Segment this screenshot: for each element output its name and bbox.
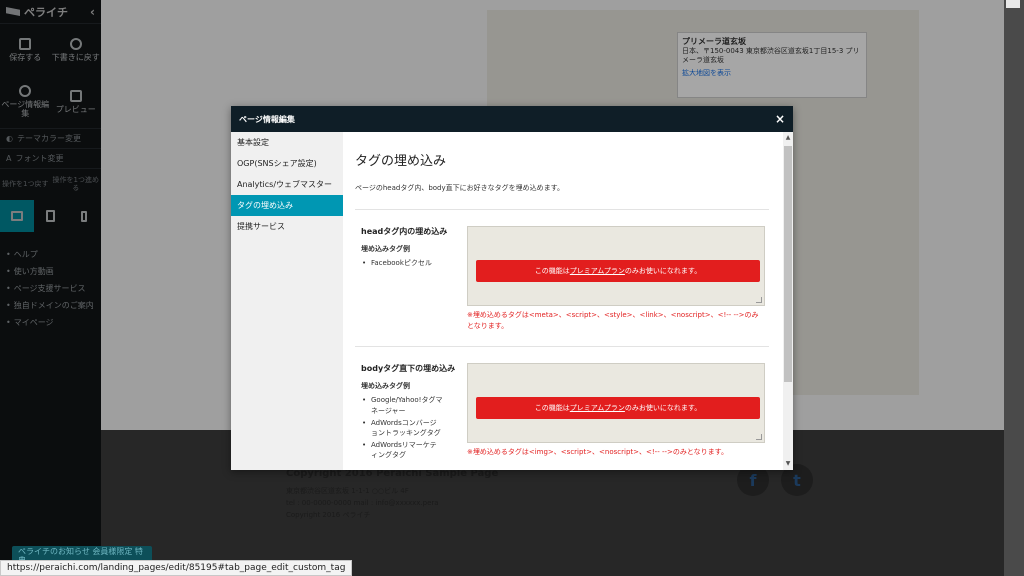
gear-icon: [19, 85, 32, 98]
body-example-item: AdWordsリマーケティングタグ: [361, 440, 443, 460]
tab-analytics[interactable]: Analytics/ウェブマスター: [231, 174, 343, 195]
page-scrollbar[interactable]: [1004, 0, 1024, 576]
content-heading: タグの埋め込み: [355, 154, 447, 169]
status-bar-url: https://peraichi.com/landing_pages/edit/…: [0, 560, 353, 576]
theme-color-label: テーマカラー変更: [16, 134, 81, 143]
undo-button[interactable]: 操作を1つ戻す: [0, 169, 51, 200]
tablet-view-button[interactable]: [34, 200, 68, 232]
scroll-down-icon[interactable]: ▼: [784, 460, 792, 468]
body-example-item: AdWordsコンバージョントラッキングタグ: [361, 418, 443, 438]
preview-button[interactable]: プレビュー: [51, 76, 102, 128]
redo-button[interactable]: 操作を1つ進める: [51, 169, 102, 200]
modal-content: タグの埋め込み ページのheadタグ内、body直下にお好きなタグを埋め込めます…: [343, 132, 793, 470]
logo-text: ペライチ: [24, 5, 68, 19]
head-example-heading: 埋め込みタグ例: [361, 245, 410, 253]
globe-icon: [69, 37, 82, 50]
modal-scrollbar[interactable]: ▲ ▼: [783, 132, 793, 470]
logo-icon: [6, 7, 20, 16]
premium-notice: この機能は プレミアムプラン のみお使いになれます。: [476, 397, 760, 420]
tablet-icon: [46, 210, 55, 222]
font-icon: A: [6, 154, 12, 163]
desktop-view-button[interactable]: [0, 200, 34, 232]
tab-ogp[interactable]: OGP(SNSシェア設定): [231, 153, 343, 174]
link-help[interactable]: ヘルプ: [6, 246, 101, 263]
premium-plan-link[interactable]: プレミアムプラン: [570, 266, 625, 276]
desktop-icon: [10, 211, 23, 221]
revert-draft-label: 下書きに戻す: [51, 52, 100, 62]
tab-basic-settings[interactable]: 基本設定: [231, 132, 343, 153]
body-tag-textarea[interactable]: この機能は プレミアムプラン のみお使いになれます。: [467, 363, 765, 444]
logo: ペライチ ‹: [0, 0, 101, 24]
save-icon: [19, 37, 32, 50]
premium-notice: この機能は プレミアムプラン のみお使いになれます。: [476, 260, 760, 282]
premium-plan-link[interactable]: プレミアムプラン: [570, 403, 625, 413]
link-tutorial-video[interactable]: 使い方動画: [6, 263, 101, 280]
save-button[interactable]: 保存する: [0, 24, 51, 76]
body-warning: ※埋め込めるタグは<img>、<script>、<noscript>、<!-- …: [467, 448, 728, 457]
body-tag-section: bodyタグ直下の埋め込み 埋め込みタグ例 Google/Yahoo!タグマネー…: [355, 347, 781, 462]
head-example-item: Facebookピクセル: [361, 258, 443, 268]
preview-label: プレビュー: [55, 104, 96, 114]
modal-nav: 基本設定 OGP(SNSシェア設定) Analytics/ウェブマスター タグの…: [231, 132, 343, 470]
tab-custom-tag[interactable]: タグの埋め込み: [231, 195, 343, 216]
resize-handle[interactable]: [756, 297, 762, 303]
font-change-button[interactable]: A フォント変更: [0, 148, 101, 168]
head-tag-section: headタグ内の埋め込み 埋め込みタグ例 Facebookピクセル この機能は …: [355, 210, 781, 332]
editor-sidebar: ペライチ ‹ 保存する 下書きに戻す ページ情報編集 プレビュー ◐ テーマカラ…: [0, 0, 101, 576]
content-description: ページのheadタグ内、body直下にお好きなタグを埋め込めます。: [355, 184, 564, 192]
palette-icon: ◐: [6, 134, 13, 143]
body-example-item: Google/Yahoo!タグマネージャー: [361, 395, 443, 415]
phone-view-button[interactable]: [67, 200, 101, 232]
premium-suffix: のみお使いになれます。: [624, 404, 702, 413]
close-icon[interactable]: ×: [775, 112, 785, 126]
page-info-label: ページ情報編集: [1, 100, 50, 118]
modal-title: ページ情報編集: [239, 114, 295, 124]
head-tag-textarea[interactable]: この機能は プレミアムプラン のみお使いになれます。: [467, 226, 765, 306]
page-scroll-thumb[interactable]: [1006, 0, 1020, 8]
modal-header: ページ情報編集 ×: [231, 106, 793, 132]
premium-prefix: この機能は: [534, 267, 570, 275]
premium-suffix: のみお使いになれます。: [624, 267, 702, 275]
modal-scroll-thumb[interactable]: [784, 146, 792, 382]
sidebar-links: ヘルプ 使い方動画 ページ支援サービス 独自ドメインのご案内 マイページ: [0, 232, 101, 331]
phone-icon: [81, 210, 88, 222]
revert-draft-button[interactable]: 下書きに戻す: [51, 24, 102, 76]
tab-partner-services[interactable]: 提携サービス: [231, 216, 343, 237]
head-section-title: headタグ内の埋め込み: [361, 227, 448, 236]
page-info-modal: ページ情報編集 × 基本設定 OGP(SNSシェア設定) Analytics/ウ…: [231, 106, 793, 470]
theme-color-button[interactable]: ◐ テーマカラー変更: [0, 128, 101, 148]
font-change-label: フォント変更: [15, 154, 64, 163]
preview-icon: [69, 89, 82, 102]
body-example-heading: 埋め込みタグ例: [361, 382, 410, 391]
premium-prefix: この機能は: [534, 404, 570, 413]
resize-handle[interactable]: [756, 434, 762, 441]
page-info-button[interactable]: ページ情報編集: [0, 76, 51, 128]
save-button-label: 保存する: [9, 52, 42, 62]
scroll-up-icon[interactable]: ▲: [784, 134, 792, 142]
link-mypage[interactable]: マイページ: [6, 314, 101, 331]
body-section-title: bodyタグ直下の埋め込み: [361, 364, 456, 374]
head-warning: ※埋め込めるタグは<meta>、<script>、<style>、<link>、…: [467, 311, 759, 331]
link-custom-domain[interactable]: 独自ドメインのご案内: [6, 297, 101, 314]
collapse-icon[interactable]: ‹: [90, 5, 95, 19]
link-page-support[interactable]: ページ支援サービス: [6, 280, 101, 297]
